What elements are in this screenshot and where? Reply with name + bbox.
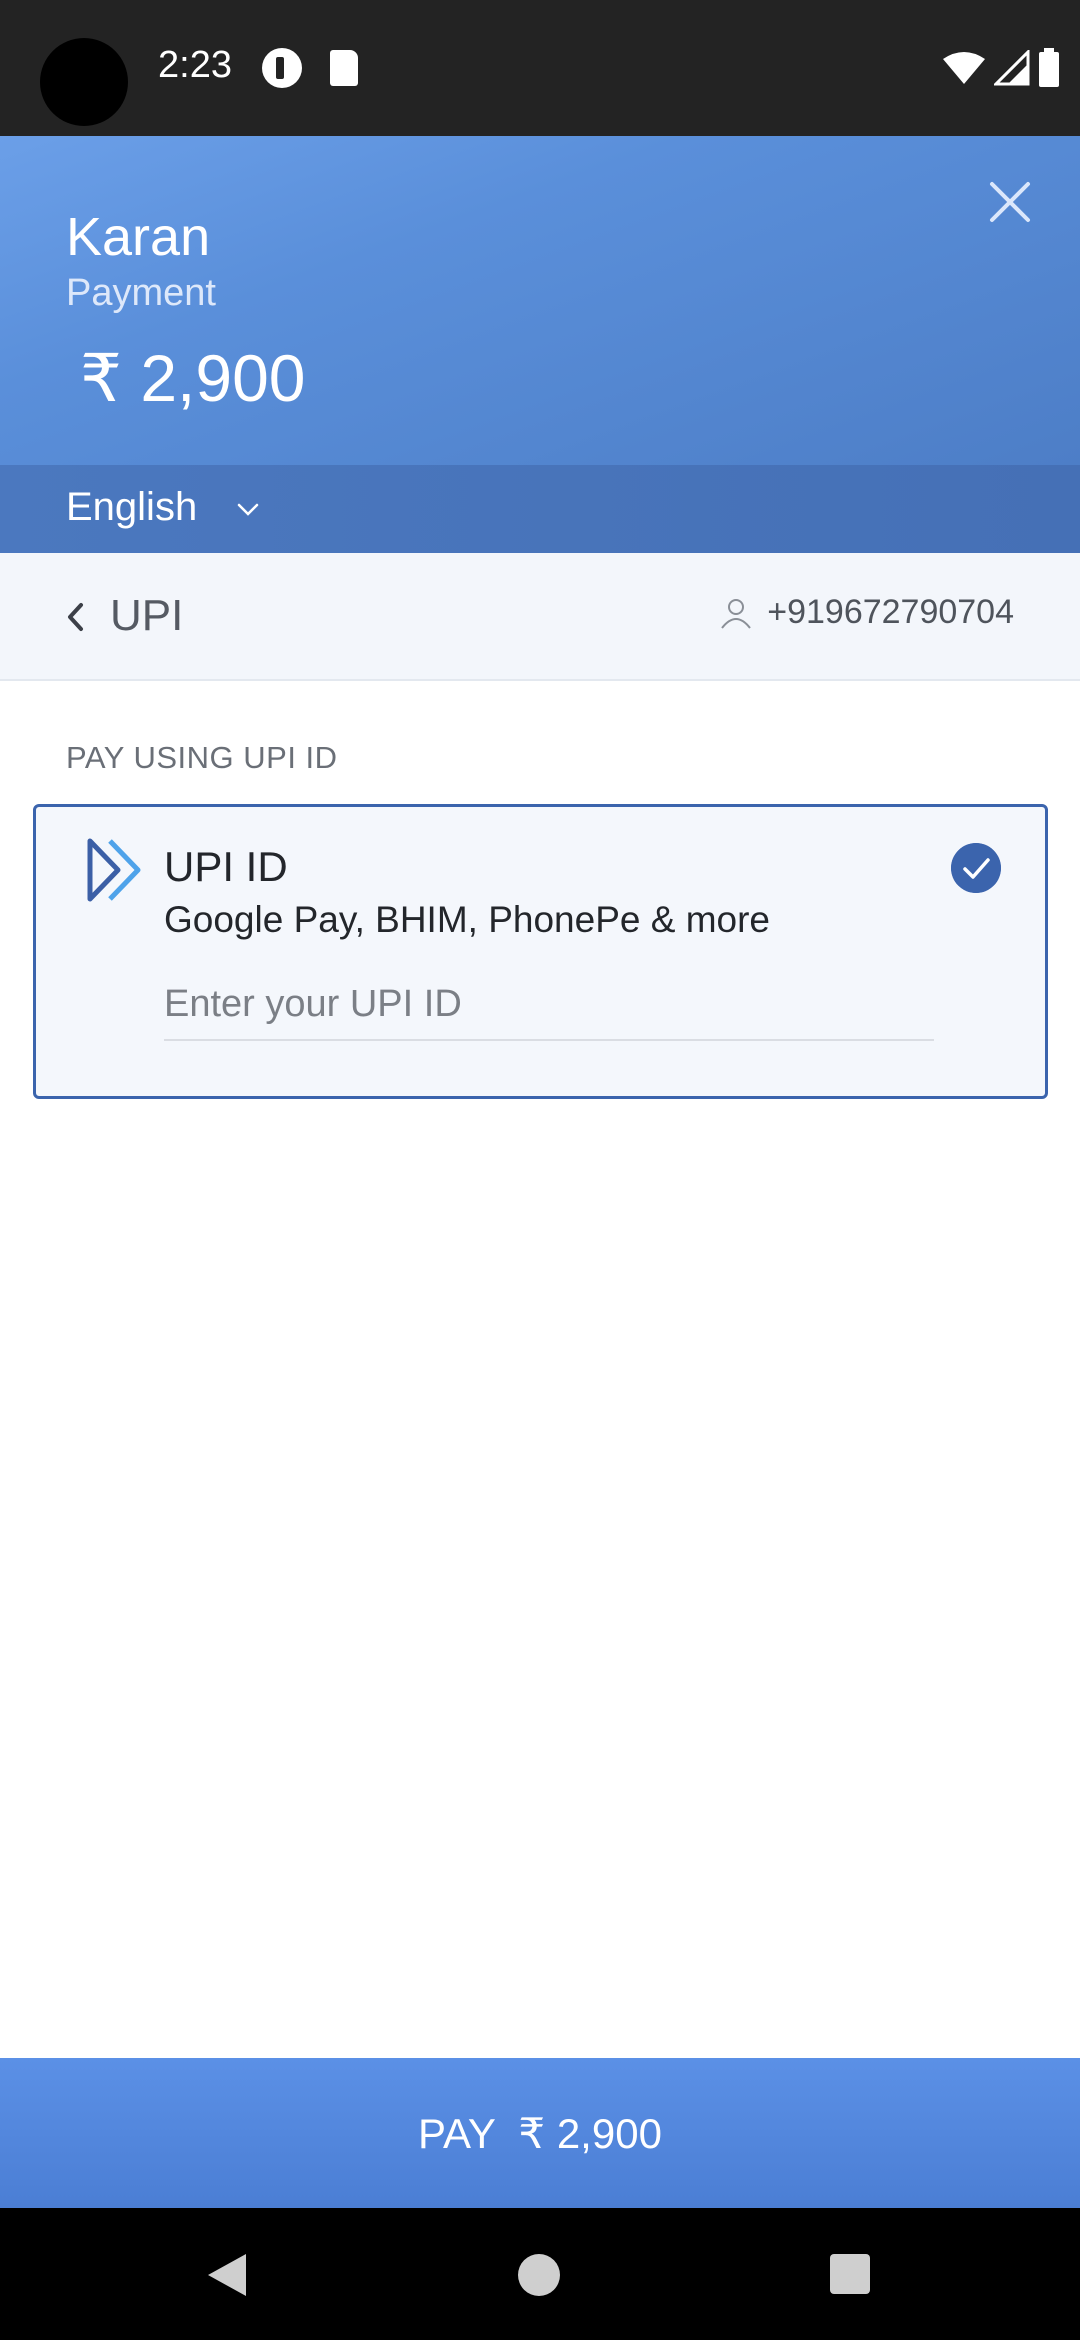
upi-option-description: Google Pay, BHIM, PhonePe & more bbox=[164, 899, 771, 940]
camera-cutout bbox=[40, 38, 128, 126]
merchant-name: Karan bbox=[66, 207, 211, 267]
pocket-casts-icon bbox=[262, 48, 302, 88]
nav-recents-icon[interactable] bbox=[830, 2254, 870, 2294]
upi-id-input[interactable] bbox=[164, 969, 934, 1041]
upi-option-title: UPI ID bbox=[164, 843, 288, 890]
payment-subtitle: Payment bbox=[66, 272, 216, 314]
upi-logo-icon bbox=[87, 838, 141, 902]
pay-button-label: PAY ₹ 2,900 bbox=[418, 2109, 662, 2157]
signal-icon bbox=[994, 50, 1030, 86]
upi-id-option[interactable]: UPI ID Google Pay, BHIM, PhonePe & more bbox=[33, 804, 1048, 1099]
person-icon bbox=[721, 598, 752, 629]
payment-amount: ₹ 2,900 bbox=[80, 341, 306, 415]
wifi-icon bbox=[943, 52, 985, 84]
contact-phone: +919672790704 bbox=[767, 593, 1014, 631]
method-title: UPI bbox=[110, 591, 184, 640]
language-selector[interactable]: English bbox=[0, 465, 1080, 553]
back-chevron-icon[interactable] bbox=[62, 597, 88, 637]
contact-info: +919672790704 bbox=[719, 593, 1014, 632]
payment-method-bar: UPI +919672790704 bbox=[0, 553, 1080, 681]
nav-back-icon[interactable] bbox=[206, 2252, 248, 2298]
chevron-down-icon bbox=[237, 503, 259, 516]
status-time: 2:23 bbox=[158, 44, 232, 86]
check-circle-icon bbox=[951, 843, 1001, 893]
status-bar: 2:23 bbox=[0, 0, 1080, 136]
pay-button[interactable]: PAY ₹ 2,900 bbox=[0, 2058, 1080, 2208]
navigation-bar bbox=[0, 2208, 1080, 2340]
nav-home-icon[interactable] bbox=[518, 2254, 560, 2296]
close-icon[interactable] bbox=[984, 176, 1036, 228]
battery-icon bbox=[1039, 48, 1059, 87]
section-label: PAY USING UPI ID bbox=[66, 740, 338, 775]
status-right-icons bbox=[942, 48, 1060, 88]
language-label: English bbox=[66, 485, 198, 529]
sd-card-icon bbox=[330, 50, 358, 86]
checkout-header: Karan Payment ₹ 2,900 bbox=[0, 136, 1080, 465]
